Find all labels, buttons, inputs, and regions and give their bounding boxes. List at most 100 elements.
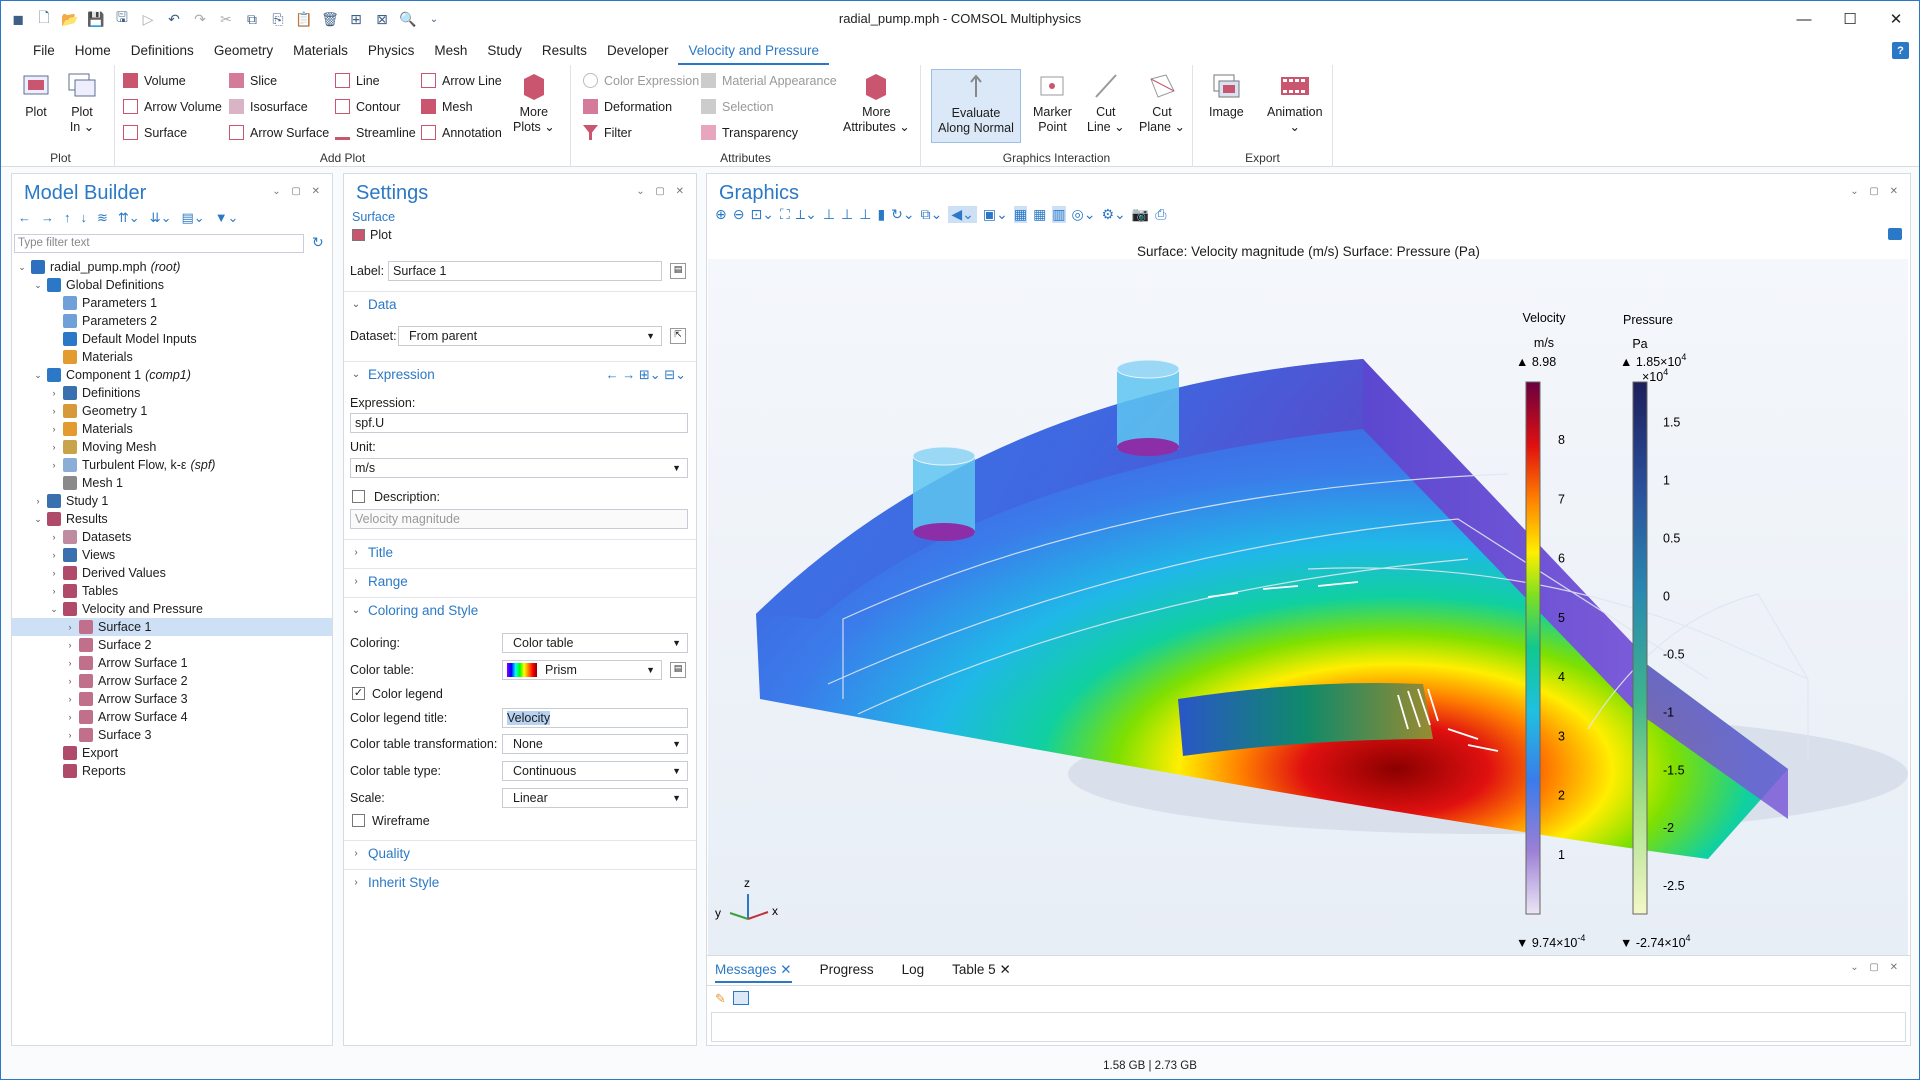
- save-icon[interactable]: 💾: [85, 8, 107, 30]
- slice-button[interactable]: Slice: [229, 73, 277, 88]
- collapsed-chevron-icon[interactable]: ›: [48, 532, 60, 542]
- back-icon[interactable]: ←: [18, 210, 31, 226]
- collapsed-chevron-icon[interactable]: ›: [64, 712, 76, 722]
- build-icon[interactable]: ⊞: [345, 8, 367, 30]
- zoom-box-icon[interactable]: ⊡⌄: [750, 206, 773, 223]
- plot-button[interactable]: Plot: [21, 71, 51, 120]
- surface-button[interactable]: Surface: [123, 125, 187, 140]
- dataset-select[interactable]: From parent ▼: [398, 326, 662, 346]
- refresh-icon[interactable]: ↻: [312, 234, 324, 251]
- unit-select[interactable]: m/s ▼: [350, 458, 688, 478]
- run-icon[interactable]: ▷: [137, 8, 159, 30]
- tree-item[interactable]: Export: [12, 744, 332, 762]
- mesh-icon[interactable]: ⊠: [371, 8, 393, 30]
- tab-file[interactable]: File: [23, 37, 65, 65]
- label-field[interactable]: Surface 1: [388, 261, 662, 281]
- collapsed-chevron-icon[interactable]: ›: [48, 460, 60, 470]
- color-table-browse-icon[interactable]: ▤: [670, 662, 686, 678]
- yz-view-icon[interactable]: ⊥: [841, 206, 853, 223]
- more-attributes-button[interactable]: More Attributes ⌄: [843, 71, 910, 135]
- mesh-plot-button[interactable]: Mesh: [421, 99, 473, 114]
- panel-controls[interactable]: ⌄ ▢ ✕: [1850, 186, 1902, 197]
- animation-button[interactable]: Animation ⌄: [1267, 71, 1323, 135]
- tree-item[interactable]: Materials: [12, 348, 332, 366]
- tree-item[interactable]: Parameters 1: [12, 294, 332, 312]
- cut-plane-button[interactable]: Cut Plane ⌄: [1139, 71, 1185, 135]
- tab-home[interactable]: Home: [65, 37, 121, 65]
- expanded-chevron-icon[interactable]: ⌄: [32, 370, 44, 381]
- collapsed-chevron-icon[interactable]: ›: [48, 406, 60, 416]
- tab-definitions[interactable]: Definitions: [121, 37, 204, 65]
- tree-item[interactable]: › Arrow Surface 4: [12, 708, 332, 726]
- plot-in-button[interactable]: Plot In ⌄: [67, 71, 97, 135]
- tree-item[interactable]: ⌄ Global Definitions: [12, 276, 332, 294]
- zoom-icon[interactable]: 🔍: [397, 8, 419, 30]
- tab-physics[interactable]: Physics: [358, 37, 425, 65]
- tree-item[interactable]: › Surface 1: [12, 618, 332, 636]
- volume-button[interactable]: Volume: [123, 73, 186, 88]
- section-expression[interactable]: ⌄ Expression ← → ⊞⌄ ⊟⌄: [344, 361, 696, 387]
- tree-item[interactable]: Default Model Inputs: [12, 330, 332, 348]
- material-appearance-button[interactable]: Material Appearance: [701, 73, 837, 88]
- tree-item[interactable]: › Arrow Surface 3: [12, 690, 332, 708]
- grid-view-icon[interactable]: ▦: [1033, 206, 1046, 223]
- deformation-button[interactable]: Deformation: [583, 99, 672, 114]
- xy-view-icon[interactable]: ⊥: [823, 206, 835, 223]
- expression-tools-icon[interactable]: ← → ⊞⌄ ⊟⌄: [606, 367, 686, 383]
- maximize-button[interactable]: ☐: [1827, 1, 1873, 37]
- collapsed-chevron-icon[interactable]: ›: [64, 730, 76, 740]
- lock-view-icon[interactable]: ▥: [1052, 206, 1066, 223]
- wireframe-view-icon[interactable]: ▦: [1013, 206, 1028, 223]
- go-to-view-icon[interactable]: ▮: [877, 206, 885, 223]
- label-edit-icon[interactable]: ▤: [670, 263, 686, 279]
- collapse-icon[interactable]: ⇈⌄: [118, 210, 140, 226]
- tree-item[interactable]: › Arrow Surface 1: [12, 654, 332, 672]
- color-expression-button[interactable]: Color Expression: [583, 73, 699, 88]
- description-checkbox[interactable]: [352, 490, 365, 503]
- model-tree-options-icon[interactable]: ▼⌄: [215, 210, 239, 226]
- help-button[interactable]: ?: [1892, 42, 1909, 59]
- zoom-out-icon[interactable]: ⊖: [733, 206, 745, 223]
- more-plots-button[interactable]: More Plots ⌄: [513, 71, 555, 135]
- tree-item[interactable]: Mesh 1: [12, 474, 332, 492]
- expand-icon[interactable]: ⇊⌄: [150, 210, 172, 226]
- collapsed-chevron-icon[interactable]: ›: [64, 658, 76, 668]
- settings-view-icon[interactable]: ⚙⌄: [1101, 206, 1125, 223]
- tree-item[interactable]: ⌄ Results: [12, 510, 332, 528]
- expanded-chevron-icon[interactable]: ⌄: [32, 514, 44, 525]
- tree-item[interactable]: › Surface 2: [12, 636, 332, 654]
- close-button[interactable]: ✕: [1873, 1, 1919, 37]
- redo-icon[interactable]: ↷: [189, 8, 211, 30]
- contour-button[interactable]: Contour: [335, 99, 400, 114]
- panel-controls[interactable]: ⌄ ▢ ✕: [272, 186, 324, 197]
- tree-item[interactable]: › Geometry 1: [12, 402, 332, 420]
- collapsed-chevron-icon[interactable]: ›: [48, 424, 60, 434]
- transparency-view-icon[interactable]: ▣⌄: [983, 206, 1008, 223]
- zoom-extents-icon[interactable]: ⛶: [780, 206, 790, 223]
- print-icon[interactable]: ⎙: [1155, 206, 1166, 223]
- collapsed-chevron-icon[interactable]: ›: [64, 676, 76, 686]
- tree-item[interactable]: › Materials: [12, 420, 332, 438]
- view-options-icon[interactable]: ▤⌄: [182, 210, 205, 226]
- filter-button[interactable]: Filter: [583, 125, 632, 140]
- tree-item[interactable]: ⌄ Component 1 (comp1): [12, 366, 332, 384]
- selection-button[interactable]: Selection: [701, 99, 773, 114]
- new-file-icon[interactable]: 🗋: [33, 8, 55, 30]
- tree-item[interactable]: › Derived Values: [12, 564, 332, 582]
- axis-orientation-icon[interactable]: ⟂⌄: [796, 206, 817, 223]
- collapsed-chevron-icon[interactable]: ›: [64, 622, 76, 632]
- move-up-icon[interactable]: ↑: [64, 210, 71, 226]
- collapsed-chevron-icon[interactable]: ›: [48, 550, 60, 560]
- line-button[interactable]: Line: [335, 73, 380, 88]
- tree-item[interactable]: › Datasets: [12, 528, 332, 546]
- plot-settings-button[interactable]: Plot: [352, 228, 392, 242]
- tree-item[interactable]: Parameters 2: [12, 312, 332, 330]
- undo-icon[interactable]: ↶: [163, 8, 185, 30]
- isosurface-button[interactable]: Isosurface: [229, 99, 308, 114]
- expression-field[interactable]: spf.U: [350, 413, 688, 433]
- panel-controls[interactable]: ⌄ ▢ ✕: [636, 186, 688, 197]
- arrow-line-button[interactable]: Arrow Line: [421, 73, 502, 88]
- dataset-goto-icon[interactable]: ⇱: [670, 328, 686, 344]
- cut-icon[interactable]: ✂: [215, 8, 237, 30]
- color-table-select[interactable]: Prism ▼: [502, 660, 662, 680]
